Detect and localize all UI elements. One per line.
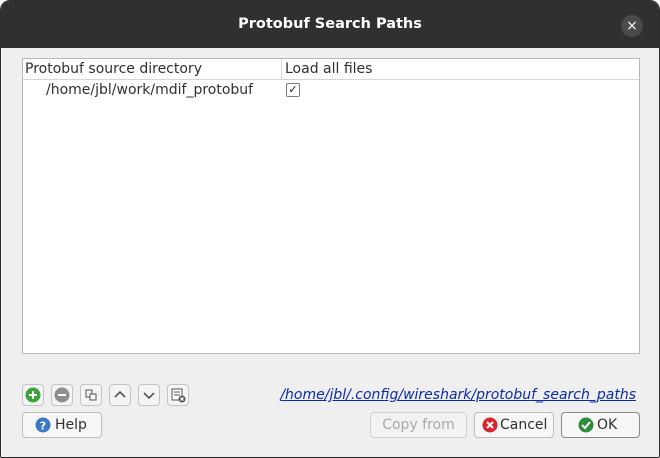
column-header-directory[interactable]: Protobuf source directory [23,59,282,79]
load-all-checkbox[interactable]: ✓ [286,83,300,97]
checkmark-icon: ✓ [288,83,298,96]
move-up-icon [114,390,126,398]
move-down-icon [143,392,155,400]
directory-cell[interactable]: /home/jbl/work/mdif_protobuf [46,80,253,100]
cancel-icon [482,417,498,433]
help-icon: ? [35,417,51,433]
column-header-load-all[interactable]: Load all files [283,59,635,79]
cancel-button[interactable]: Cancel [474,412,554,438]
add-button[interactable] [22,384,44,406]
clear-button[interactable] [167,384,189,406]
copy-icon [85,389,97,401]
search-paths-table[interactable]: Protobuf source directory Load all files… [22,58,640,354]
close-icon: × [626,18,638,34]
table-row[interactable]: /home/jbl/work/mdif_protobuf ✓ [23,80,639,100]
remove-button[interactable] [51,384,73,406]
svg-text:?: ? [40,420,46,433]
ok-icon [578,417,594,433]
help-label: Help [55,417,87,433]
copy-button[interactable] [80,384,102,406]
config-path-link[interactable]: /home/jbl/.config/wireshark/protobuf_sea… [280,385,636,405]
copy-from-label: Copy from [382,417,455,433]
close-button[interactable]: × [621,15,643,37]
cancel-label: Cancel [500,417,548,433]
help-button[interactable]: ? Help [22,412,102,438]
move-up-button[interactable] [109,384,131,406]
dialog-window: Protobuf Search Paths × Protobuf source … [0,0,660,458]
ok-label: OK [597,417,618,433]
remove-icon [54,387,70,403]
title-bar[interactable]: Protobuf Search Paths × [1,1,659,48]
ok-button[interactable]: OK [561,412,640,438]
move-down-button[interactable] [138,384,160,406]
table-header: Protobuf source directory Load all files [23,59,639,80]
clear-icon [171,388,186,403]
dialog-title: Protobuf Search Paths [238,16,422,32]
add-icon [25,387,41,403]
copy-from-button[interactable]: Copy from [370,412,467,438]
